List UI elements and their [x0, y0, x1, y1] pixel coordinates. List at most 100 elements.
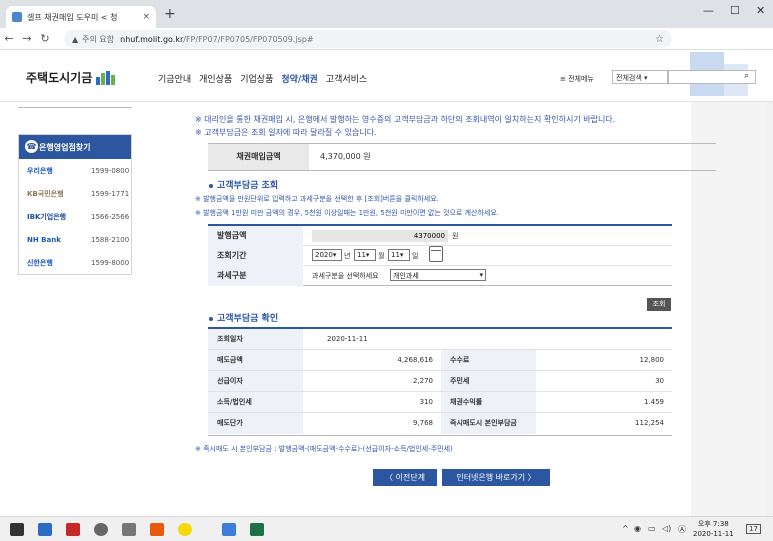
bank-phone: 1599-8000 — [91, 258, 130, 267]
browser-tab-strip: 셀프 채권매입 도우미 < 청 × + — ☐ ✕ — [0, 0, 773, 28]
tax-type-value: 개인과세 — [393, 272, 419, 280]
month-value: 11 — [357, 251, 366, 259]
table-cell-value: 2,270 — [303, 371, 441, 392]
warning-icon: ▲ — [72, 34, 79, 44]
bank-row-ibk[interactable]: IBK기업은행 1566-2566 — [19, 205, 131, 228]
internet-bank-button[interactable]: 인터넷은행 바로가기 〉 — [442, 469, 550, 486]
woori-bank-logo: 우리은행 — [27, 166, 53, 175]
bank-row-shinhan[interactable]: 신한은행 1599-8000 — [19, 251, 131, 274]
query-form: 발행금액 원 조회기간 2020▾ 년 11▾ 월 11▾ 일 과세구분 과세구… — [208, 224, 672, 286]
tab-title: 셀프 채권매입 도우미 < 청 — [27, 12, 118, 22]
clock-time: 오후 7:38 — [697, 520, 729, 528]
bond-amount-value: 4,370,000 원 — [320, 152, 371, 161]
taskbar-app-icon[interactable] — [10, 523, 24, 536]
query-date-label: 조회일자 — [208, 329, 303, 350]
kb-bank-logo: KB국민은행 — [27, 189, 64, 198]
day-value: 11 — [391, 251, 400, 259]
search-scope-select[interactable]: 전체검색 ▾ — [612, 70, 668, 84]
new-tab-button[interactable]: + — [164, 6, 176, 22]
year-select[interactable]: 2020▾ — [312, 249, 342, 261]
bank-phone: 1599-0800 — [91, 166, 130, 175]
reload-icon[interactable]: ↻ — [36, 32, 54, 45]
notification-center-icon[interactable]: 17 — [746, 524, 761, 534]
search-icon[interactable]: ⌕ — [744, 71, 749, 81]
forward-icon[interactable]: → — [18, 32, 36, 45]
security-status[interactable]: 주의 요함 — [82, 34, 114, 45]
bank-phone: 1588-2100 — [91, 235, 130, 244]
bank-branch-finder: ☎ 은행영업점찾기 우리은행 1599-0800 KB국민은행 1599-177… — [18, 134, 132, 275]
section-title-text: 고객부담금 조회 — [217, 181, 279, 191]
search-people-icon[interactable] — [122, 523, 136, 536]
calendar-icon[interactable] — [429, 246, 443, 262]
chrome-icon[interactable] — [222, 523, 236, 536]
office-icon[interactable] — [150, 523, 164, 536]
query-button[interactable]: 조회 — [647, 298, 671, 311]
bookmark-star-icon[interactable]: ☆ — [655, 34, 664, 45]
shield-app-icon[interactable] — [66, 523, 80, 536]
address-bar[interactable]: ▲ 주의 요함 nhuf.molit.go.kr /FP/FP07/FP0705… — [64, 30, 672, 48]
kakaotalk-icon[interactable] — [178, 523, 192, 536]
formula-note: ※ 즉시매도 시 본인부담금 : 발행금액-(매도금액-수수료)-(선급이자-소… — [195, 445, 453, 453]
bank-row-kb[interactable]: KB국민은행 1599-1771 — [19, 182, 131, 205]
bullet-icon — [209, 316, 213, 321]
month-unit: 월 — [378, 252, 385, 260]
browser-toolbar: ← → ↻ ▲ 주의 요함 nhuf.molit.go.kr /FP/FP07/… — [0, 28, 773, 74]
bank-row-nh[interactable]: NH Bank 1588-2100 — [19, 228, 131, 251]
minimize-icon[interactable]: — — [703, 4, 714, 17]
nav-personal-products[interactable]: 개인상품 — [199, 72, 232, 85]
bank-row-woori[interactable]: 우리은행 1599-0800 — [19, 159, 131, 182]
tray-app-icon[interactable]: ◉ — [634, 524, 641, 533]
query-period-label: 조회기간 — [208, 246, 303, 266]
nav-fund-info[interactable]: 기금안내 — [158, 72, 191, 85]
system-clock[interactable]: 오후 7:38 2020-11-11 — [693, 519, 734, 539]
bullet-icon — [209, 183, 213, 188]
tray-chevron-icon[interactable]: ^ — [622, 524, 629, 533]
month-select[interactable]: 11▾ — [354, 249, 376, 261]
section-title-text: 고객부담금 확인 — [217, 314, 279, 324]
bank-phone: 1599-1771 — [91, 189, 130, 198]
ime-icon[interactable]: Ⓐ — [678, 524, 686, 535]
result-table: 조회일자 2020-11-11 매도금액 4,268,616 수수료 12,80… — [208, 327, 672, 436]
search-scope-value: 전체검색 — [616, 74, 642, 82]
search-input[interactable] — [668, 70, 756, 84]
table-cell-label: 매도금액 — [208, 350, 303, 371]
table-cell-label: 채권수익률 — [441, 392, 536, 413]
calculator-icon[interactable] — [250, 523, 264, 536]
issue-amount-input[interactable] — [312, 230, 448, 242]
query-period-row: 조회기간 2020▾ 년 11▾ 월 11▾ 일 — [208, 246, 672, 266]
site-logo[interactable]: 주택도시기금 — [26, 69, 116, 86]
shinhan-bank-logo: 신한은행 — [27, 258, 53, 267]
logo-mark-icon — [96, 70, 116, 85]
year-unit: 년 — [344, 252, 351, 260]
nav-subscription-bonds[interactable]: 청약/채권 — [281, 72, 317, 85]
tax-type-select[interactable]: 개인과세 ▾ — [390, 269, 486, 281]
agent-notice: ※ 대리인을 통한 채권매입 시, 은행에서 발행하는 영수증의 고객부담금과 … — [195, 115, 616, 124]
settings-gear-icon[interactable] — [94, 523, 108, 536]
bond-amount-row: 채권매입금액 4,370,000 원 — [208, 143, 716, 171]
sidebar-divider — [18, 107, 132, 108]
main-navigation: 기금안내 개인상품 기업상품 청약/채권 고객서비스 — [158, 72, 367, 85]
phone-icon: ☎ — [25, 140, 38, 153]
nav-corporate-products[interactable]: 기업상품 — [240, 72, 273, 85]
table-cell-value: 1.459 — [536, 392, 672, 413]
table-cell-label: 매도단가 — [208, 413, 303, 434]
mail-icon[interactable] — [38, 523, 52, 536]
tax-type-row: 과세구분 과세구분을 선택하세요 개인과세 ▾ — [208, 266, 672, 286]
network-icon[interactable]: ▭ — [648, 524, 656, 533]
day-unit: 일 — [412, 252, 419, 260]
table-cell-value: 112,254 — [635, 419, 664, 427]
volume-icon[interactable]: ◁) — [662, 524, 671, 533]
day-select[interactable]: 11▾ — [388, 249, 410, 261]
maximize-icon[interactable]: ☐ — [730, 4, 740, 17]
windows-taskbar: ^ ◉ ▭ ◁) Ⓐ 오후 7:38 2020-11-11 17 — [0, 516, 773, 541]
close-tab-icon[interactable]: × — [142, 12, 150, 22]
browser-tab[interactable]: 셀프 채권매입 도우미 < 청 × — [6, 6, 156, 28]
nav-customer-service[interactable]: 고객서비스 — [326, 72, 367, 85]
back-icon[interactable]: ← — [0, 32, 18, 45]
site-favicon-icon — [12, 12, 22, 22]
bank-finder-header[interactable]: ☎ 은행영업점찾기 — [19, 135, 131, 159]
window-close-icon[interactable]: ✕ — [756, 4, 765, 17]
all-menu-button[interactable]: ≡ 전체메뉴 — [560, 74, 594, 84]
page-scrollbar[interactable] — [766, 102, 773, 516]
prev-step-button[interactable]: 〈 이전단계 — [373, 469, 437, 486]
